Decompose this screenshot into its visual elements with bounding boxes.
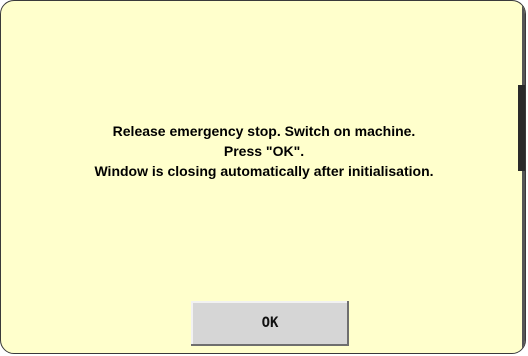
message-line-2: Press "OK". <box>223 143 305 159</box>
message-line-1: Release emergency stop. Switch on machin… <box>112 123 416 139</box>
message-line-3: Window is closing automatically after in… <box>94 163 434 179</box>
dialog-message: Release emergency stop. Switch on machin… <box>1 121 525 181</box>
ok-button[interactable]: OK <box>191 301 349 346</box>
initialisation-dialog: Release emergency stop. Switch on machin… <box>0 0 526 354</box>
